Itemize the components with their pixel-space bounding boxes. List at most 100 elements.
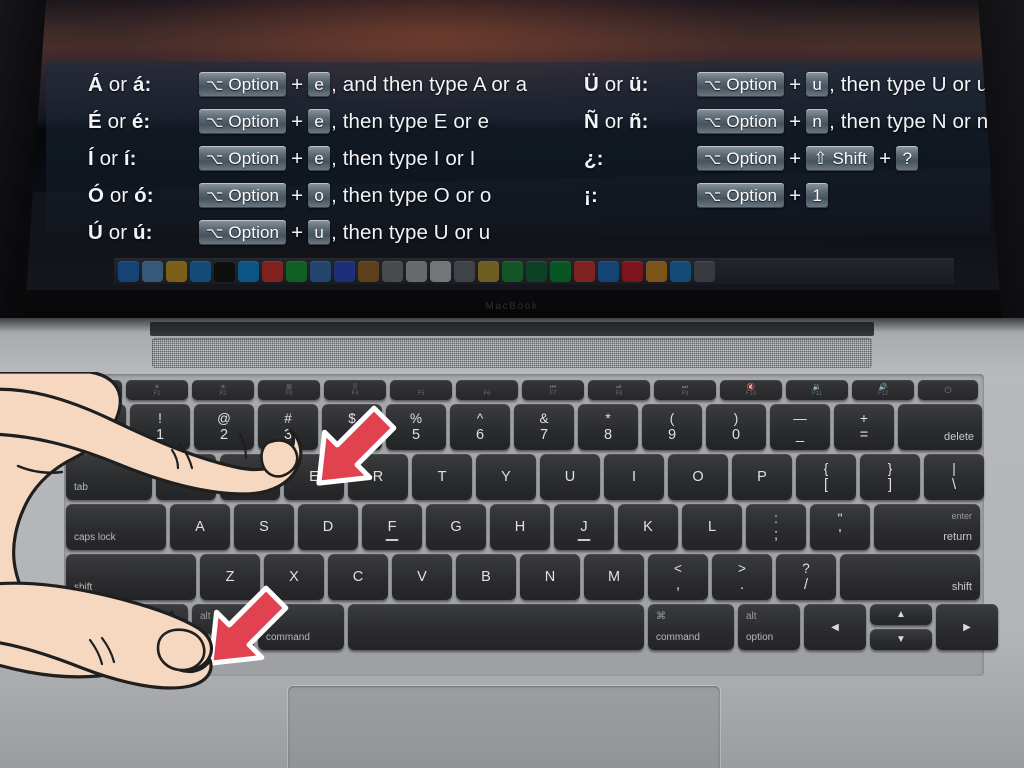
option-glyph-icon: ⌥: [704, 113, 722, 131]
key-semicolon[interactable]: :;: [746, 504, 806, 550]
dock-icon[interactable]: [598, 261, 619, 282]
key-v[interactable]: V: [392, 554, 452, 600]
dock-icon[interactable]: [478, 261, 499, 282]
dock-icon[interactable]: [310, 261, 331, 282]
key-label: O: [692, 469, 704, 485]
key-l[interactable]: L: [682, 504, 742, 550]
dock-icon[interactable]: [526, 261, 547, 282]
key-f5[interactable]: F5: [390, 380, 452, 400]
key-i[interactable]: I: [604, 454, 664, 500]
macos-dock[interactable]: [114, 258, 954, 284]
keycap-option: ⌥ Option: [199, 146, 287, 171]
key-shift-right[interactable]: shift: [840, 554, 980, 600]
key-power[interactable]: ⏻: [918, 380, 978, 400]
key-label: K: [643, 519, 653, 535]
dock-icon[interactable]: [622, 261, 643, 282]
instruction-tail: , then type I or I: [331, 146, 476, 170]
key-arrow-up[interactable]: ▲: [870, 604, 932, 625]
key-c[interactable]: C: [328, 554, 388, 600]
key-r[interactable]: R: [348, 454, 408, 500]
key-9[interactable]: (9: [642, 404, 702, 450]
key-f12[interactable]: 🔊 F12: [852, 380, 914, 400]
arrow-left-icon: ◀: [831, 621, 839, 633]
key-f11[interactable]: 🔉 F11: [786, 380, 848, 400]
key-return[interactable]: enter return: [874, 504, 980, 550]
key-slash[interactable]: ? /: [776, 554, 836, 600]
keycap-e: e: [308, 146, 331, 171]
key-label: T: [437, 469, 447, 485]
dock-icon[interactable]: [670, 261, 691, 282]
dock-icon[interactable]: [238, 261, 259, 282]
arrow-up-down-cluster[interactable]: ▲ ▼: [870, 604, 932, 650]
key-option-right[interactable]: alt option: [738, 604, 800, 650]
dock-icon[interactable]: [454, 261, 475, 282]
key-label: R: [372, 469, 384, 485]
instructions-right-column: Ü or ü: ⌥ Option + u, then type U or uÑ or ñ…: [584, 66, 988, 214]
key-space[interactable]: [348, 604, 644, 650]
dock-icon[interactable]: [358, 261, 379, 282]
key-quote[interactable]: " ': [810, 504, 870, 550]
key-comma[interactable]: <,: [648, 554, 708, 600]
key-f7[interactable]: ⏮ F7: [522, 380, 584, 400]
key-backslash[interactable]: | \: [924, 454, 984, 500]
key-f6[interactable]: F6: [456, 380, 518, 400]
key-period[interactable]: >.: [712, 554, 772, 600]
fn-icon: ⏮: [549, 384, 557, 391]
key-label: C: [352, 569, 364, 585]
key-u[interactable]: U: [540, 454, 600, 500]
key-legend-bottom: 0: [731, 426, 741, 443]
key-t[interactable]: T: [412, 454, 472, 500]
key-8[interactable]: * 8: [578, 404, 638, 450]
key-b[interactable]: B: [456, 554, 516, 600]
dock-icon[interactable]: [694, 261, 715, 282]
key-command-right[interactable]: ⌘ command: [648, 604, 734, 650]
key-k[interactable]: K: [618, 504, 678, 550]
key-m[interactable]: M: [584, 554, 644, 600]
key-h[interactable]: H: [490, 504, 550, 550]
key-f9[interactable]: ⏭ F9: [654, 380, 716, 400]
key-arrow-right[interactable]: ▶: [936, 604, 998, 650]
key-6[interactable]: ^ 6: [450, 404, 510, 450]
key-dual-legend: :;: [774, 512, 778, 542]
dock-icon[interactable]: [142, 261, 163, 282]
key-bracket-left[interactable]: {[: [796, 454, 856, 500]
dock-icon[interactable]: [190, 261, 211, 282]
key-o[interactable]: O: [668, 454, 728, 500]
key-arrow-down[interactable]: ▼: [870, 629, 932, 650]
dock-icon[interactable]: [550, 261, 571, 282]
key-7[interactable]: & 7: [514, 404, 574, 450]
key-g[interactable]: G: [426, 504, 486, 550]
dock-icon[interactable]: [502, 261, 523, 282]
instruction-tail: , then type U or u: [331, 220, 491, 244]
key-f10[interactable]: 🔇 F10: [720, 380, 782, 400]
dock-icon[interactable]: [334, 261, 355, 282]
dock-icon[interactable]: [646, 261, 667, 282]
key-y[interactable]: Y: [476, 454, 536, 500]
trackpad[interactable]: [288, 686, 720, 768]
key-legend-top: ": [837, 511, 843, 526]
key-j[interactable]: J: [554, 504, 614, 550]
dock-icon[interactable]: [166, 261, 187, 282]
dock-icon[interactable]: [382, 261, 403, 282]
dock-icon[interactable]: [574, 261, 595, 282]
key-legend-bottom: ]: [887, 476, 892, 493]
instruction-label: Ü or ü:: [584, 72, 649, 96]
key-0[interactable]: ) 0: [706, 404, 766, 450]
dock-icon[interactable]: [118, 261, 139, 282]
key-delete[interactable]: delete: [898, 404, 982, 450]
key-f8[interactable]: ⏯ F8: [588, 380, 650, 400]
dock-icon[interactable]: [430, 261, 451, 282]
key-bracket-right[interactable]: }]: [860, 454, 920, 500]
key-n[interactable]: N: [520, 554, 580, 600]
dock-icon[interactable]: [406, 261, 427, 282]
instructions-panel: Á or á: ⌥ Option + e, and then type A or aÉ …: [46, 62, 990, 245]
key-arrow-left[interactable]: ◀: [804, 604, 866, 650]
dock-icon[interactable]: [286, 261, 307, 282]
key-p[interactable]: P: [732, 454, 792, 500]
dock-icon[interactable]: [262, 261, 283, 282]
key-=[interactable]: + =: [834, 404, 894, 450]
key-_[interactable]: — _: [770, 404, 830, 450]
key-f[interactable]: F: [362, 504, 422, 550]
key-5[interactable]: % 5: [386, 404, 446, 450]
dock-icon[interactable]: [214, 261, 235, 282]
